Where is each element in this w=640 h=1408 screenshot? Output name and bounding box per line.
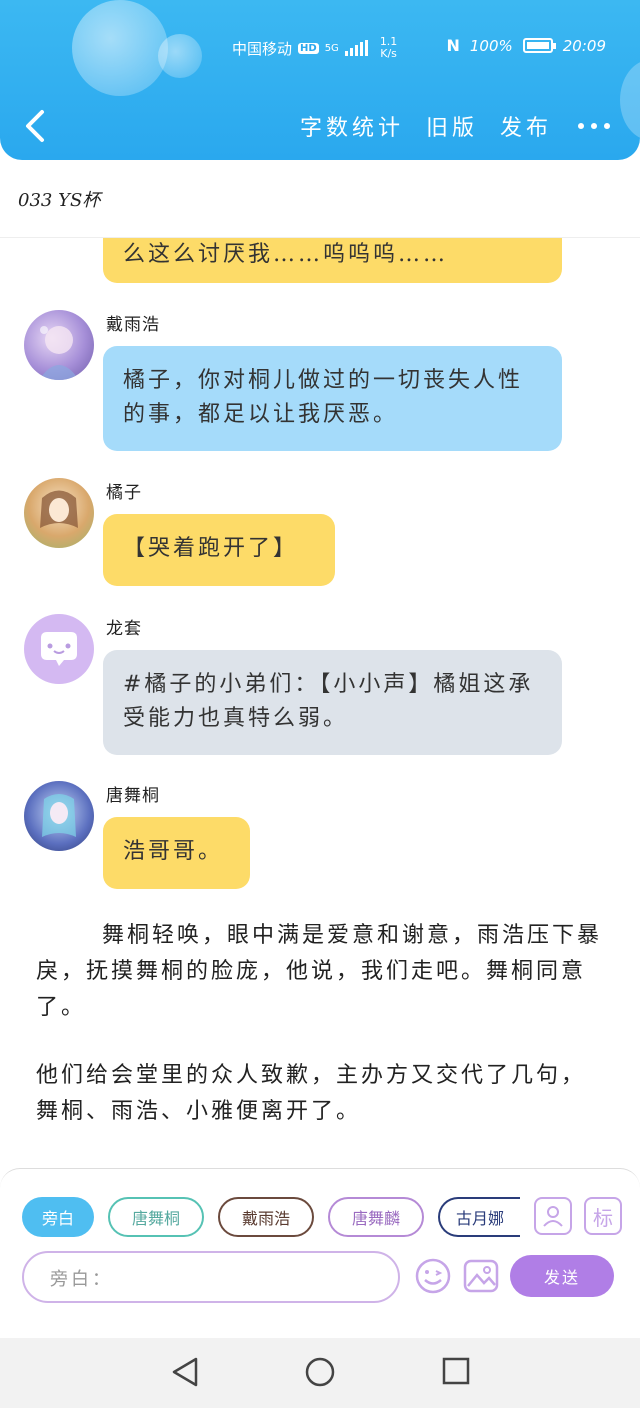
composer-panel: 旁白 唐舞桐 戴雨浩 唐舞麟 古月娜 标 旁白： 发送 bbox=[0, 1168, 640, 1303]
document-title[interactable]: 033 YS杯 bbox=[18, 186, 100, 212]
system-nav-bar bbox=[0, 1338, 640, 1408]
battery-percent: 100% bbox=[469, 36, 513, 55]
clock: 20:09 bbox=[562, 36, 606, 55]
add-character-button[interactable] bbox=[534, 1197, 572, 1235]
role-chip[interactable]: 戴雨浩 bbox=[218, 1197, 314, 1237]
role-chip[interactable]: 唐舞桐 bbox=[108, 1197, 204, 1237]
old-version-button[interactable]: 旧版 bbox=[426, 110, 478, 142]
network-speed: 1.1 K/s bbox=[379, 35, 398, 60]
document-title-row: 033 YS杯 bbox=[0, 160, 640, 238]
message-input[interactable]: 旁白： bbox=[22, 1251, 400, 1303]
square-recents-icon bbox=[442, 1357, 470, 1385]
app-header: 中国移动 HD 5G 1.1 K/s N 100% 20:09 字数统计 旧版 … bbox=[0, 0, 640, 160]
avatar[interactable] bbox=[24, 310, 94, 380]
avatar[interactable] bbox=[24, 614, 94, 684]
avatar-image bbox=[39, 326, 79, 380]
speaker-name: 橘子 bbox=[106, 483, 142, 503]
message-bubble[interactable]: 橘子，你对桐儿做过的一切丧失人性的事，都足以让我厌恶。 bbox=[103, 346, 562, 451]
network-label: 5G bbox=[324, 42, 339, 54]
publish-button[interactable]: 发布 bbox=[500, 110, 552, 142]
battery-icon bbox=[522, 38, 556, 53]
emoji-button[interactable] bbox=[414, 1257, 452, 1295]
message-bubble[interactable]: 【哭着跑开了】 bbox=[103, 514, 335, 586]
avatar[interactable] bbox=[24, 478, 94, 548]
role-chip[interactable]: 唐舞麟 bbox=[328, 1197, 424, 1237]
carrier-label: 中国移动 bbox=[232, 39, 293, 58]
speaker-name: 唐舞桐 bbox=[106, 786, 160, 806]
chat-area[interactable]: 么这么讨厌我……呜呜呜…… 戴雨浩 橘子，你对桐儿做过的一切丧失人性的事，都足以… bbox=[0, 238, 640, 1168]
smiley-icon bbox=[415, 1258, 451, 1294]
image-button[interactable] bbox=[462, 1257, 500, 1295]
role-chips: 旁白 唐舞桐 戴雨浩 唐舞麟 古月娜 bbox=[22, 1197, 520, 1237]
word-count-button[interactable]: 字数统计 bbox=[300, 110, 404, 142]
nav-bar: 字数统计 旧版 发布 bbox=[0, 100, 640, 150]
person-icon bbox=[543, 1206, 563, 1227]
signal-icon bbox=[344, 40, 368, 56]
avatar-image bbox=[40, 490, 78, 528]
chat-bubble-icon bbox=[41, 632, 77, 666]
more-options-button[interactable] bbox=[578, 110, 610, 142]
image-icon bbox=[463, 1259, 499, 1293]
status-bar: 中国移动 HD 5G 1.1 K/s N 100% 20:09 bbox=[0, 30, 640, 64]
message-bubble[interactable]: 浩哥哥。 bbox=[103, 817, 250, 889]
nav-home-button[interactable] bbox=[304, 1356, 336, 1392]
message-bubble[interactable]: 么这么讨厌我……呜呜呜…… bbox=[103, 238, 562, 283]
speaker-name: 戴雨浩 bbox=[106, 315, 160, 335]
role-chip-narration[interactable]: 旁白 bbox=[22, 1197, 94, 1237]
send-button[interactable]: 发送 bbox=[510, 1255, 614, 1297]
circle-home-icon bbox=[305, 1357, 335, 1387]
chevron-left-icon bbox=[26, 110, 44, 142]
nfc-icon: N bbox=[446, 36, 460, 55]
triangle-back-icon bbox=[172, 1357, 198, 1387]
nav-back-button[interactable] bbox=[170, 1356, 200, 1392]
narration-paragraph[interactable]: 舞桐轻唤，眼中满是爱意和谢意，雨浩压下暴戾，抚摸舞桐的脸庞，他说，我们走吧。舞桐… bbox=[36, 918, 606, 1026]
hd-badge: HD bbox=[298, 42, 319, 54]
back-button[interactable] bbox=[20, 106, 56, 146]
speaker-name: 龙套 bbox=[106, 619, 142, 639]
narration-paragraph[interactable]: 他们给会堂里的众人致歉，主办方又交代了几句，舞桐、雨浩、小雅便离开了。 bbox=[36, 1058, 606, 1130]
role-chip[interactable]: 古月娜 bbox=[438, 1197, 520, 1237]
message-bubble[interactable]: #橘子的小弟们：【小小声】橘姐这承受能力也真特么弱。 bbox=[103, 650, 562, 755]
nav-recents-button[interactable] bbox=[441, 1356, 471, 1390]
tag-button[interactable]: 标 bbox=[584, 1197, 622, 1235]
avatar-image bbox=[42, 794, 76, 837]
avatar[interactable] bbox=[24, 781, 94, 851]
